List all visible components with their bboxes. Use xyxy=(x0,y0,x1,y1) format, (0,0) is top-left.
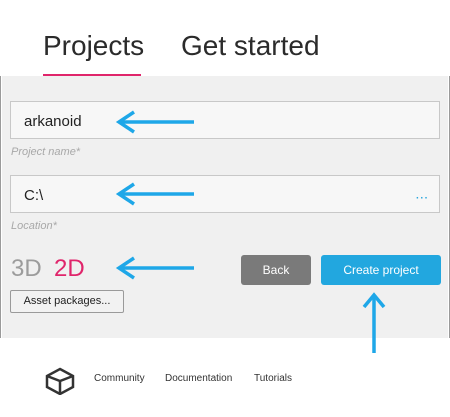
mode-2d-toggle[interactable]: 2D xyxy=(54,255,85,283)
location-field[interactable]: C:\ ··· xyxy=(10,175,440,213)
project-name-field[interactable]: arkanoid xyxy=(10,101,440,139)
arrow-icon xyxy=(115,182,194,206)
back-button[interactable]: Back xyxy=(241,255,311,285)
arrow-icon xyxy=(362,292,386,353)
tab-get-started[interactable]: Get started xyxy=(181,30,320,62)
tab-bar: Projects Get started xyxy=(0,0,450,76)
asset-packages-button[interactable]: Asset packages... xyxy=(10,290,124,313)
unity-logo-icon xyxy=(45,367,75,395)
project-name-caption: Project name* xyxy=(11,146,81,158)
arrow-icon xyxy=(115,256,194,280)
community-link[interactable]: Community xyxy=(94,373,145,384)
mode-3d-toggle[interactable]: 3D xyxy=(11,255,42,283)
documentation-link[interactable]: Documentation xyxy=(165,373,232,384)
create-project-button[interactable]: Create project xyxy=(321,255,441,285)
browse-location-button[interactable]: ··· xyxy=(416,193,429,204)
location-value: C:\ xyxy=(24,187,44,204)
project-name-value: arkanoid xyxy=(24,113,82,130)
tab-projects[interactable]: Projects xyxy=(43,30,144,62)
tutorials-link[interactable]: Tutorials xyxy=(254,373,292,384)
arrow-icon xyxy=(115,110,194,134)
location-caption: Location* xyxy=(11,220,57,232)
